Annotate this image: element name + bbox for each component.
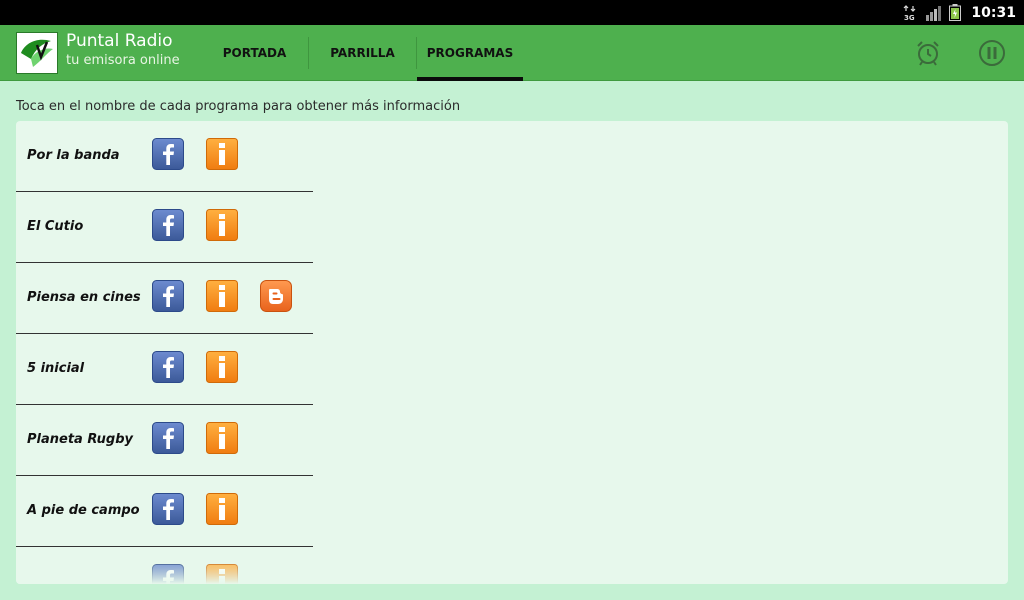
info-button[interactable] (206, 209, 238, 241)
program-name[interactable]: Planeta Rugby (27, 405, 133, 475)
blogger-icon (260, 280, 292, 312)
scroll-fade (16, 564, 316, 584)
info-icon (206, 209, 238, 241)
alarm-clock-icon (917, 41, 939, 66)
program-row[interactable]: El Cutio (16, 192, 313, 263)
program-name[interactable]: Por la banda (27, 121, 120, 191)
info-button[interactable] (206, 280, 238, 312)
programs-panel: Por la banda El Cutio Piensa en cines 5 ini… (16, 121, 1008, 584)
facebook-icon (152, 209, 184, 241)
info-icon (206, 280, 238, 312)
signal-strength-icon (926, 5, 942, 21)
facebook-button[interactable] (152, 280, 184, 312)
action-bar: Puntal Radio tu emisora online PORTADA P… (0, 25, 1024, 81)
pause-icon (979, 40, 1005, 66)
app-logo-icon (16, 32, 58, 74)
battery-icon (949, 4, 962, 21)
tab-portada[interactable]: PORTADA (201, 25, 308, 81)
blogger-button[interactable] (260, 280, 292, 312)
info-icon (206, 351, 238, 383)
info-icon (206, 422, 238, 454)
info-button[interactable] (206, 422, 238, 454)
program-row[interactable]: Por la banda (16, 121, 313, 192)
program-name[interactable]: Piensa en cines (27, 263, 141, 333)
info-button[interactable] (206, 138, 238, 170)
facebook-icon (152, 138, 184, 170)
info-button[interactable] (206, 493, 238, 525)
clock: 10:31 (971, 4, 1016, 21)
info-icon (206, 493, 238, 525)
facebook-button[interactable] (152, 351, 184, 383)
program-row[interactable]: Planeta Rugby (16, 405, 313, 476)
facebook-icon (152, 493, 184, 525)
program-list: Por la banda El Cutio Piensa en cines 5 ini… (16, 121, 313, 584)
tab-bar: PORTADA PARRILLA PROGRAMAS (201, 25, 523, 81)
facebook-icon (152, 351, 184, 383)
app-subtitle: tu emisora online (66, 53, 180, 68)
program-row[interactable]: Piensa en cines (16, 263, 313, 334)
facebook-icon (152, 422, 184, 454)
facebook-button[interactable] (152, 138, 184, 170)
program-name[interactable]: 5 inicial (27, 334, 84, 404)
program-row[interactable]: A pie de campo (16, 476, 313, 547)
program-name[interactable]: A pie de campo (27, 476, 140, 546)
tab-parrilla[interactable]: PARRILLA (309, 25, 416, 81)
facebook-icon (152, 280, 184, 312)
info-icon (206, 138, 238, 170)
status-bar: 3G 10:31 (0, 0, 1024, 25)
facebook-button[interactable] (152, 209, 184, 241)
pause-button[interactable] (978, 39, 1006, 67)
status-icons: 3G 10:31 (903, 0, 1024, 25)
program-row[interactable]: 5 inicial (16, 334, 313, 405)
network-type-icon: 3G (903, 4, 917, 22)
tab-programas[interactable]: PROGRAMAS (417, 25, 523, 81)
app-title: Puntal Radio (66, 31, 173, 51)
instructions-text: Toca en el nombre de cada programa para … (16, 99, 461, 114)
info-button[interactable] (206, 351, 238, 383)
alarm-button[interactable] (914, 39, 942, 67)
network-type-label: 3G (904, 14, 915, 21)
facebook-button[interactable] (152, 422, 184, 454)
program-name[interactable]: El Cutio (27, 192, 83, 262)
facebook-button[interactable] (152, 493, 184, 525)
